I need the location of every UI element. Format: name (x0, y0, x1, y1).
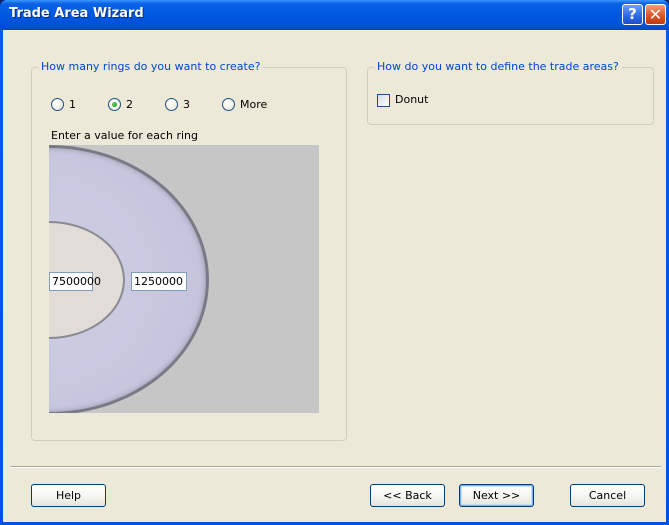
ring-instruction-label: Enter a value for each ring (51, 129, 198, 142)
button-separator (10, 466, 661, 468)
ring-option-3[interactable]: 3 (165, 98, 190, 111)
radio-icon[interactable] (222, 98, 235, 111)
help-button[interactable]: Help (31, 484, 106, 507)
ring-option-1[interactable]: 1 (51, 98, 76, 111)
define-group-title: How do you want to define the trade area… (374, 60, 622, 73)
next-button[interactable]: Next >> (459, 484, 534, 507)
radio-icon[interactable] (51, 98, 64, 111)
ring-option-label: 2 (126, 98, 133, 111)
donut-label: Donut (395, 93, 429, 106)
title-bar[interactable]: Trade Area Wizard ? ✕ (0, 0, 669, 30)
rings-group-title: How many rings do you want to create? (38, 60, 264, 73)
ring-2-value-input[interactable]: 1250000 (131, 272, 187, 291)
close-icon[interactable]: ✕ (645, 4, 666, 25)
back-button[interactable]: << Back (370, 484, 445, 507)
radio-checked-icon[interactable] (108, 98, 121, 111)
radio-icon[interactable] (165, 98, 178, 111)
ring-option-label: More (240, 98, 268, 111)
ring-option-more[interactable]: More (222, 98, 267, 111)
ring-option-label: 3 (183, 98, 190, 111)
ring-option-2[interactable]: 2 (108, 98, 133, 111)
help-icon[interactable]: ? (622, 4, 643, 25)
donut-checkbox[interactable] (377, 94, 390, 107)
ring-option-label: 1 (69, 98, 76, 111)
window-title: Trade Area Wizard (9, 6, 144, 21)
ring-1-value-input[interactable]: 7500000 (49, 272, 101, 291)
cancel-button[interactable]: Cancel (570, 484, 645, 507)
